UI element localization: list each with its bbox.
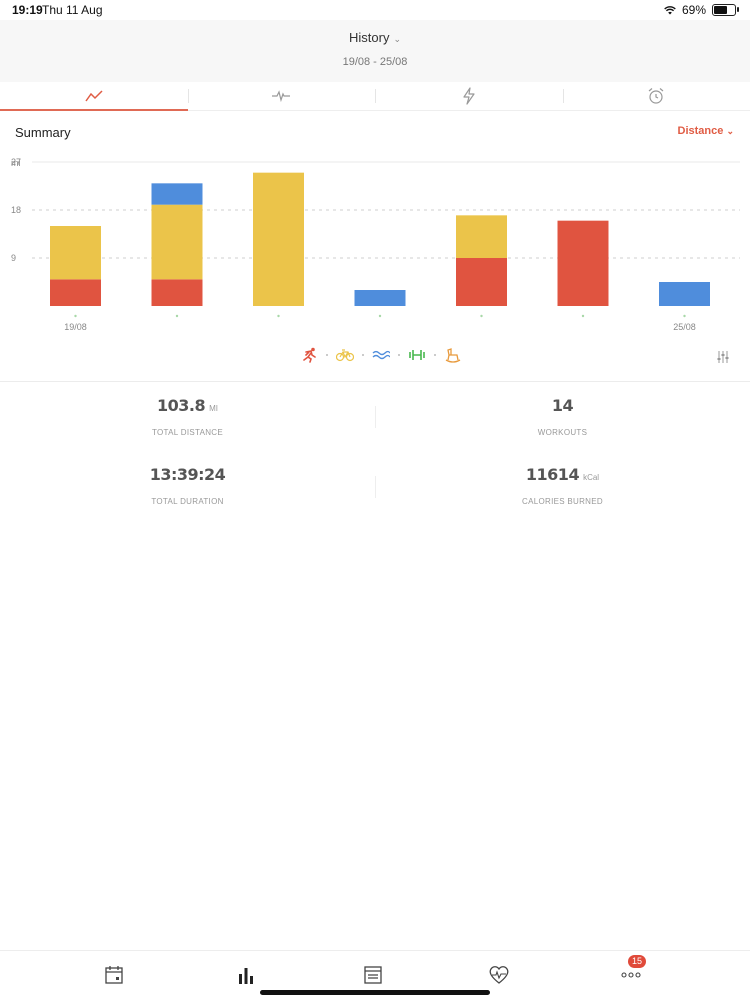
distance-chart: mi9182719/0825/08 xyxy=(0,150,750,340)
status-date: Thu 11 Aug xyxy=(42,3,103,17)
bar-segment-cycle xyxy=(253,173,304,306)
nav-health[interactable] xyxy=(487,963,511,987)
line-chart-icon xyxy=(84,89,104,103)
stat-calories: 11614 kCal CALORIES BURNED xyxy=(375,465,750,506)
notification-badge: 15 xyxy=(628,955,646,968)
x-tick-dot xyxy=(277,315,279,317)
stat-total-distance: 103.8 MI TOTAL DISTANCE xyxy=(0,396,375,437)
y-tick-label: 9 xyxy=(11,253,16,263)
bar-segment-run xyxy=(456,258,507,306)
wifi-icon xyxy=(664,6,676,15)
swimming-icon[interactable] xyxy=(372,349,390,361)
home-indicator xyxy=(260,990,490,995)
nav-calendar[interactable] xyxy=(102,963,126,987)
stat-unit: kCal xyxy=(583,473,599,482)
metric-dropdown[interactable]: Distance ⌄ xyxy=(678,125,734,137)
stat-value: 11614 xyxy=(526,465,579,484)
bar-segment-run xyxy=(558,221,609,306)
bar-segment-swim xyxy=(152,183,203,204)
y-tick-label: 18 xyxy=(11,205,21,215)
metric-dropdown-label: Distance xyxy=(678,125,724,137)
status-time: 19:19 xyxy=(12,3,43,17)
bar-chart-icon xyxy=(237,966,255,984)
x-tick-dot xyxy=(480,315,482,317)
heartbeat-wave-icon xyxy=(271,89,291,103)
bar-segment-run xyxy=(152,279,203,306)
separator-dot xyxy=(326,354,328,356)
sport-filter xyxy=(300,347,462,363)
stat-value: 14 xyxy=(552,396,573,415)
section-divider xyxy=(0,381,750,382)
rocking-horse-icon[interactable] xyxy=(444,347,462,363)
cycling-icon[interactable] xyxy=(336,348,354,362)
bar-segment-run xyxy=(50,279,101,306)
bar-segment-swim xyxy=(659,282,710,306)
chevron-down-icon: ⌄ xyxy=(726,126,734,136)
status-bar: 19:19 Thu 11 Aug 69% xyxy=(0,0,750,20)
x-tick-dot xyxy=(74,315,76,317)
bar-segment-cycle xyxy=(50,226,101,279)
tab-energy[interactable] xyxy=(375,82,563,110)
battery-icon xyxy=(712,4,736,16)
heart-rate-icon xyxy=(488,965,510,985)
bar-segment-swim xyxy=(355,290,406,306)
y-tick-label: 27 xyxy=(11,157,21,167)
history-dropdown[interactable]: History ⌄ xyxy=(0,30,750,45)
lightning-icon xyxy=(462,87,476,105)
x-tick-label: 25/08 xyxy=(673,322,696,332)
separator-dot xyxy=(434,354,436,356)
header: History ⌄ 19/08 - 25/08 xyxy=(0,20,750,82)
tab-trends[interactable] xyxy=(0,82,188,110)
tab-alarm[interactable] xyxy=(563,82,750,110)
nav-history[interactable] xyxy=(234,963,258,987)
sliders-icon[interactable] xyxy=(716,350,730,364)
status-right: 69% xyxy=(664,3,736,17)
tab-heartbeat[interactable] xyxy=(188,82,376,110)
x-tick-label: 19/08 xyxy=(64,322,87,332)
chevron-down-icon: ⌄ xyxy=(393,34,401,44)
x-tick-dot xyxy=(683,315,685,317)
stat-unit: MI xyxy=(209,404,218,413)
stat-workouts: 14 WORKOUTS xyxy=(375,396,750,437)
stat-value: 13:39:24 xyxy=(150,465,226,484)
bar-segment-cycle xyxy=(456,215,507,258)
x-tick-dot xyxy=(379,315,381,317)
stat-label: TOTAL DURATION xyxy=(0,497,375,506)
summary-title: Summary xyxy=(15,125,71,140)
running-icon[interactable] xyxy=(300,347,318,363)
x-tick-dot xyxy=(176,315,178,317)
header-title: History xyxy=(349,30,389,45)
battery-percent: 69% xyxy=(682,3,706,17)
more-icon xyxy=(621,972,641,978)
stat-value: 103.8 xyxy=(157,396,205,415)
stat-label: TOTAL DISTANCE xyxy=(0,428,375,437)
tab-bar xyxy=(0,82,750,111)
nav-journal[interactable] xyxy=(361,963,385,987)
x-tick-dot xyxy=(582,315,584,317)
date-range: 19/08 - 25/08 xyxy=(0,56,750,68)
separator-dot xyxy=(398,354,400,356)
separator-dot xyxy=(362,354,364,356)
calendar-icon xyxy=(104,965,124,985)
dumbbell-icon[interactable] xyxy=(408,349,426,361)
bar-segment-cycle xyxy=(152,205,203,280)
stat-label: CALORIES BURNED xyxy=(375,497,750,506)
stat-total-duration: 13:39:24 TOTAL DURATION xyxy=(0,465,375,506)
journal-icon xyxy=(363,965,383,985)
alarm-clock-icon xyxy=(647,87,665,105)
stat-label: WORKOUTS xyxy=(375,428,750,437)
